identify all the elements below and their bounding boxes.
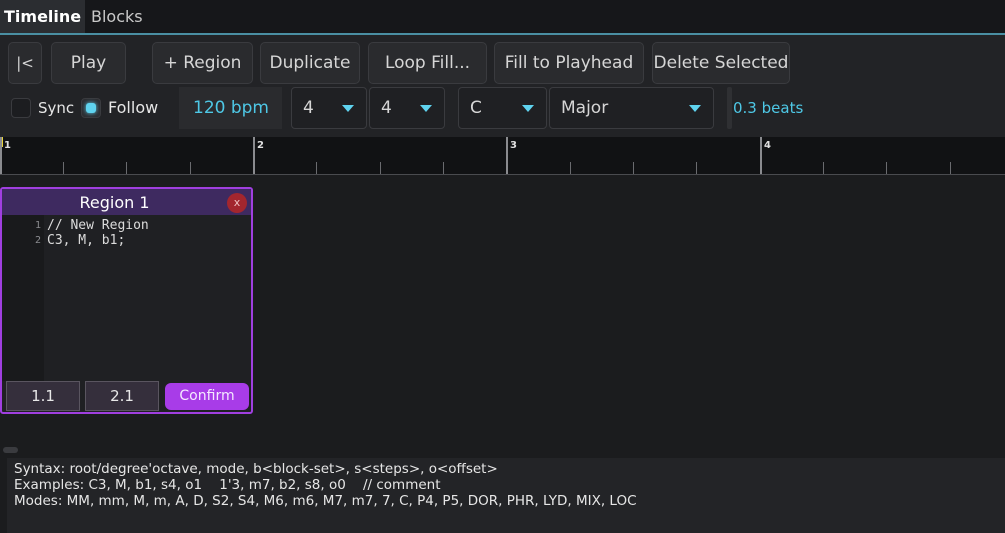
close-icon[interactable]: x <box>227 193 247 213</box>
play-button[interactable]: Play <box>51 42 126 84</box>
beat-tick <box>316 162 317 174</box>
time-sig-numerator-value: 4 <box>303 98 314 118</box>
beat-tick <box>126 162 127 174</box>
divider <box>727 87 732 129</box>
region-card[interactable]: Region 1 x 1 // New Region 2 C3, M, b1; … <box>0 187 253 414</box>
transport-settings-row: Sync Follow 120 bpm 4 4 C Major 0.3 beat… <box>0 87 1005 129</box>
chevron-down-icon <box>420 105 432 112</box>
code-line[interactable]: 2 C3, M, b1; <box>2 233 251 248</box>
key-mode-value: Major <box>561 98 609 118</box>
line-number: 1 <box>34 220 41 231</box>
delete-selected-button[interactable]: Delete Selected <box>652 42 790 84</box>
beat-tick <box>380 162 381 174</box>
beat-tick <box>696 162 697 174</box>
time-sig-numerator-select[interactable]: 4 <box>291 87 367 129</box>
bar-line <box>253 137 255 174</box>
sync-label: Sync <box>38 99 75 117</box>
code-text: C3, M, b1; <box>47 233 126 248</box>
bar-line <box>0 137 2 174</box>
chevron-down-icon <box>342 105 354 112</box>
bar-number: 2 <box>257 140 264 151</box>
duplicate-button[interactable]: Duplicate <box>260 42 360 84</box>
bar-line <box>760 137 762 174</box>
bar-number: 3 <box>510 140 517 151</box>
chevron-down-icon <box>689 105 701 112</box>
key-root-value: C <box>470 98 482 118</box>
key-mode-select[interactable]: Major <box>549 87 714 129</box>
modes-help-text: Modes: MM, mm, M, m, A, D, S2, S4, M6, m… <box>14 493 637 509</box>
line-number: 2 <box>34 235 41 246</box>
time-sig-denominator-value: 4 <box>381 98 392 118</box>
time-sig-denominator-select[interactable]: 4 <box>369 87 445 129</box>
follow-label: Follow <box>108 98 159 117</box>
region-header[interactable]: Region 1 x <box>2 189 251 215</box>
confirm-button[interactable]: Confirm <box>165 383 249 410</box>
region-title: Region 1 <box>79 193 150 212</box>
beat-tick <box>633 162 634 174</box>
beat-tick <box>190 162 191 174</box>
tab-blocks[interactable]: Blocks <box>87 0 147 33</box>
add-region-button[interactable]: + Region <box>152 42 253 84</box>
key-root-select[interactable]: C <box>458 87 547 129</box>
tab-timeline[interactable]: Timeline <box>0 0 86 33</box>
fill-to-playhead-button[interactable]: Fill to Playhead <box>494 42 644 84</box>
beat-tick <box>443 162 444 174</box>
snap-value[interactable]: 0.3 beats <box>733 87 803 129</box>
go-to-start-button[interactable]: |< <box>8 42 42 84</box>
toolbar: |< Play + Region Duplicate Loop Fill... … <box>0 35 1005 137</box>
region-end-field[interactable]: 2.1 <box>85 381 159 411</box>
sync-checkbox[interactable] <box>11 98 31 118</box>
code-line[interactable]: 1 // New Region <box>2 218 251 233</box>
follow-checkbox[interactable] <box>81 98 101 118</box>
beat-tick <box>570 162 571 174</box>
beat-tick <box>63 162 64 174</box>
beat-tick <box>886 162 887 174</box>
code-text: // New Region <box>47 218 149 233</box>
tempo-field[interactable]: 120 bpm <box>179 87 282 129</box>
bar-number: 4 <box>764 140 771 151</box>
loop-fill-button[interactable]: Loop Fill... <box>368 42 487 84</box>
region-start-field[interactable]: 1.1 <box>6 381 80 411</box>
bar-number: 1 <box>4 140 11 151</box>
tab-bar: Timeline Blocks <box>0 0 1005 35</box>
syntax-help-panel: Syntax: root/degree'octave, mode, b<bloc… <box>7 458 1005 533</box>
timeline-ruler[interactable]: 1 2 3 4 <box>0 137 1005 175</box>
beat-tick <box>823 162 824 174</box>
bar-line <box>506 137 508 174</box>
chevron-down-icon <box>522 105 534 112</box>
examples-help-text: Examples: C3, M, b1, s4, o1 1'3, m7, b2,… <box>14 477 441 493</box>
beat-tick <box>950 162 951 174</box>
syntax-help-text: Syntax: root/degree'octave, mode, b<bloc… <box>14 461 498 477</box>
scrollbar-handle[interactable] <box>3 447 18 453</box>
